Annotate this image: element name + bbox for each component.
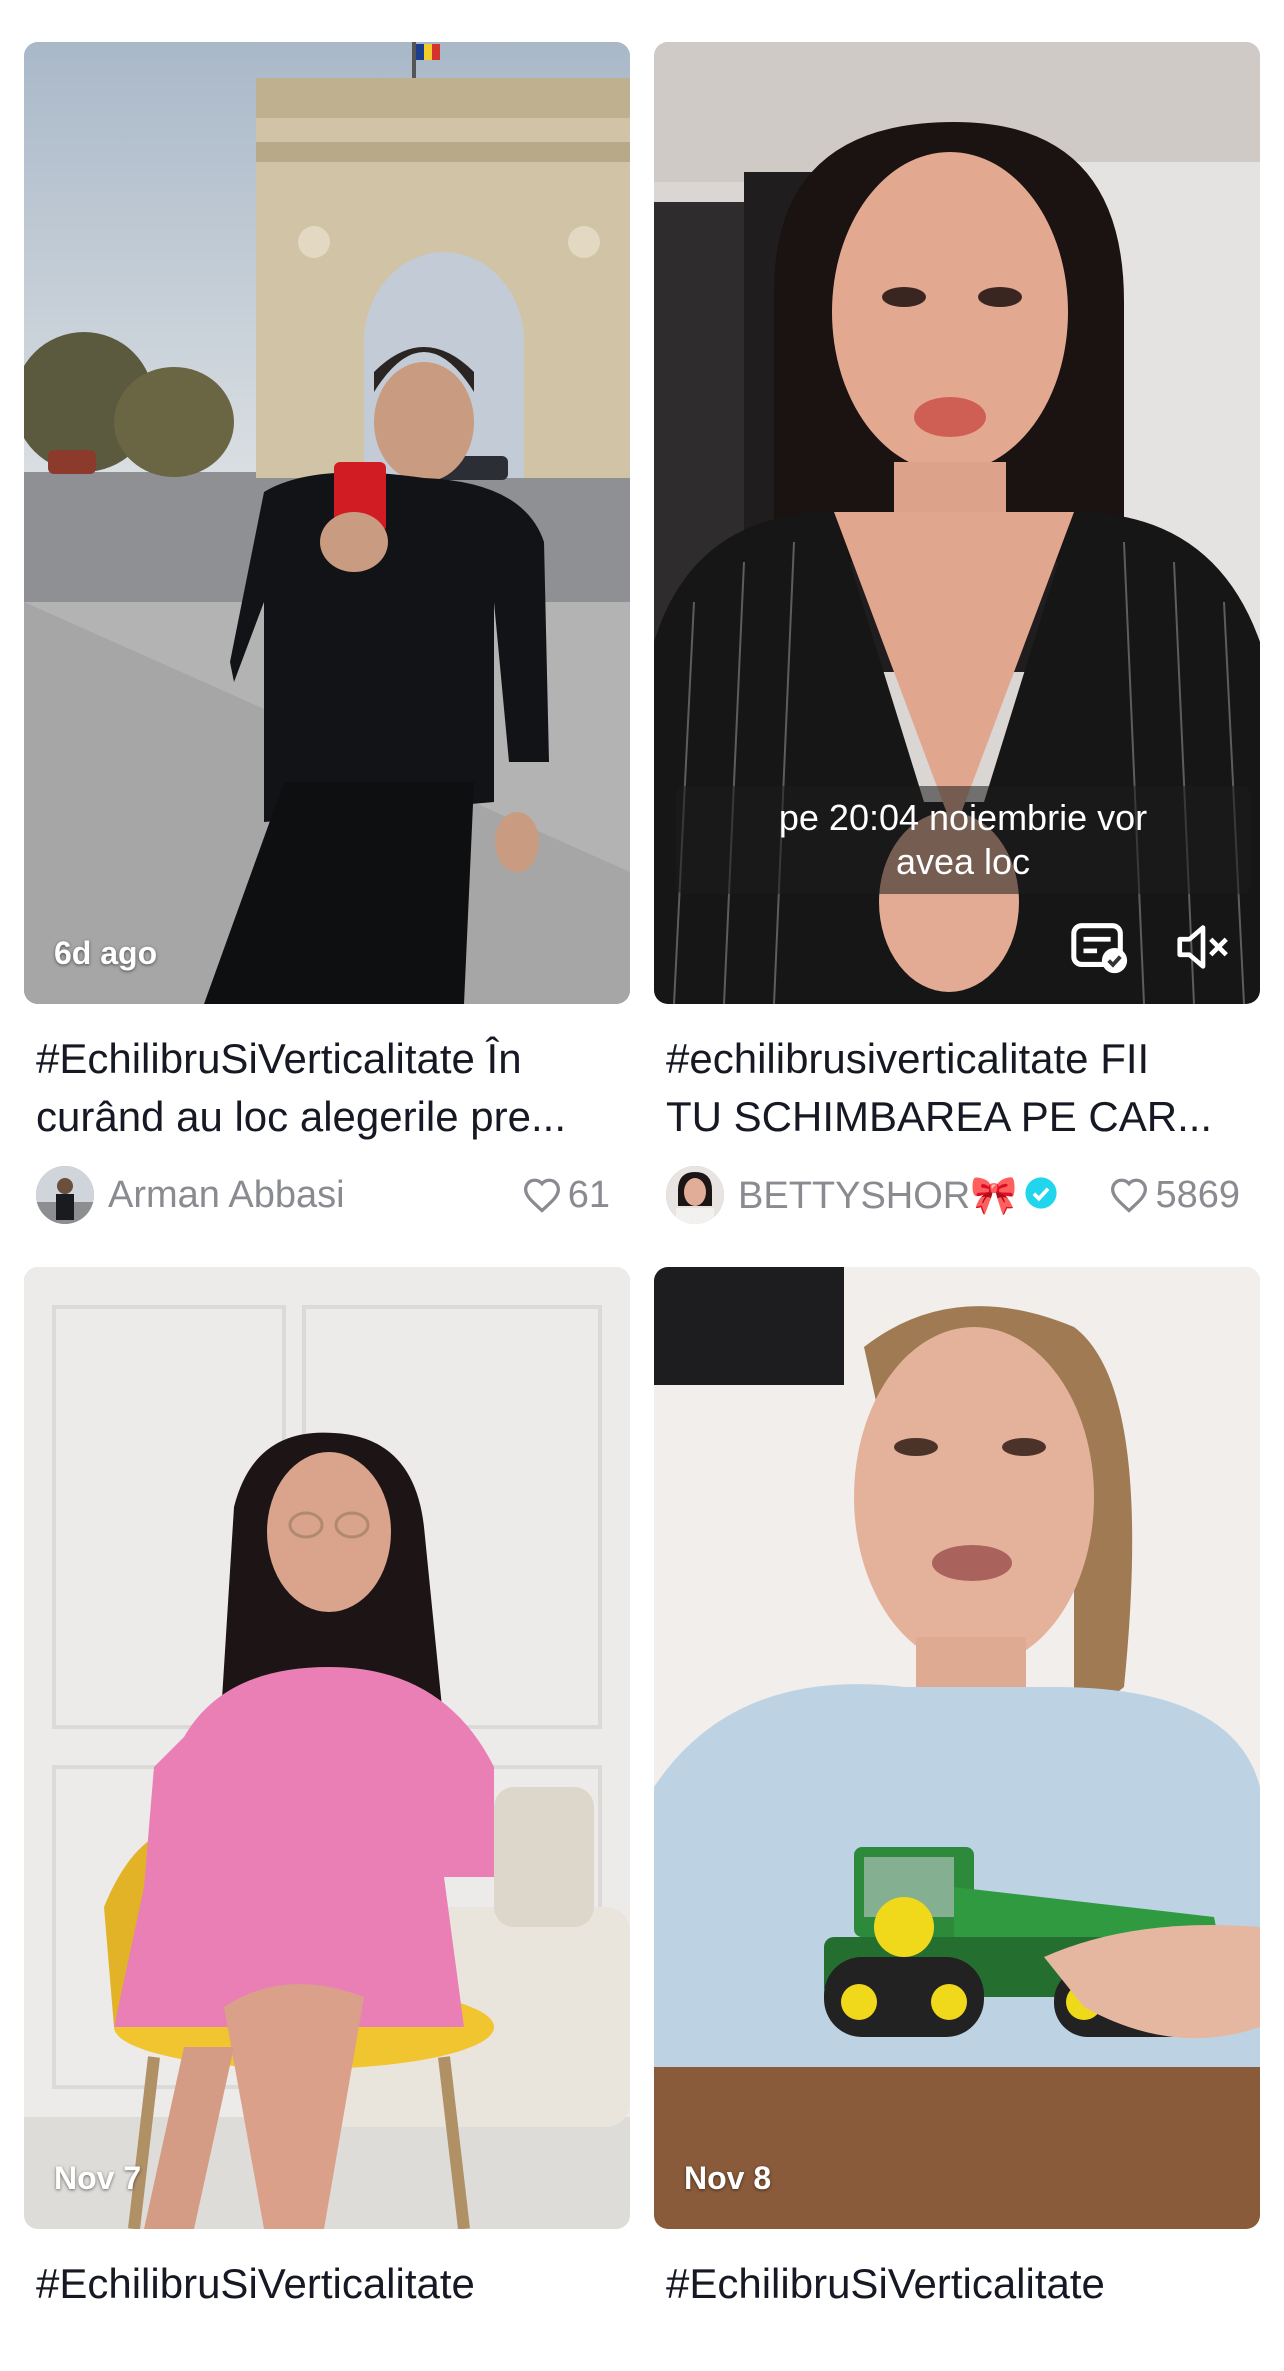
like-count-value: 61 [567, 1174, 610, 1216]
video-card[interactable]: pe 20:04 noiembrie vor avea loc #echilib… [654, 42, 1260, 1228]
like-count-value: 5869 [1155, 1174, 1240, 1216]
author-name[interactable]: BETTYSHOR🎀 [738, 1174, 1058, 1218]
video-date: Nov 7 [54, 2160, 142, 2196]
captions-icon[interactable] [1068, 916, 1130, 978]
video-title-line: #echilibrusiverticalitate FII [666, 1035, 1150, 1082]
like-count: 5869 [1109, 1174, 1240, 1217]
video-thumbnail[interactable]: 6d ago [24, 42, 630, 1004]
caption-line: avea loc [895, 841, 1031, 882]
video-title-line: TU SCHIMBAREA PE CAR... [666, 1093, 1213, 1140]
video-card[interactable]: Nov 8 #EchilibruSiVerticalitate [654, 1267, 1260, 2371]
author-name[interactable]: Arman Abbasi [108, 1174, 345, 1217]
video-meta: Arman Abbasi 61 [36, 1164, 618, 1228]
video-card[interactable]: Nov 7 #EchilibruSiVerticalitate [24, 1267, 630, 2371]
video-date: 6d ago [54, 935, 158, 971]
video-thumbnail[interactable]: Nov 7 [24, 1267, 630, 2229]
video-title[interactable]: #EchilibruSiVerticalitate [36, 2255, 618, 2371]
video-title[interactable]: #echilibrusiverticalitate FII TU SCHIMBA… [666, 1030, 1248, 1146]
video-date: Nov 8 [684, 2160, 772, 2196]
thumbnail-image [24, 42, 630, 1004]
video-thumbnail[interactable]: pe 20:04 noiembrie vor avea loc [654, 42, 1260, 1004]
thumbnail-image [24, 1267, 630, 2229]
caption-line: pe 20:04 noiembrie vor [778, 797, 1148, 838]
mute-icon[interactable] [1172, 916, 1234, 978]
video-title[interactable]: #EchilibruSiVerticalitate În curând au l… [36, 1030, 618, 1146]
video-thumbnail[interactable]: Nov 8 [654, 1267, 1260, 2229]
video-grid: 6d ago #EchilibruSiVerticalitate În curâ… [0, 0, 1284, 2321]
author-name-text: BETTYSHOR🎀 [738, 1175, 1018, 1217]
video-meta: BETTYSHOR🎀 5869 [666, 1164, 1248, 1228]
video-title-line: #EchilibruSiVerticalitate În [36, 1035, 522, 1082]
heart-icon [1111, 1178, 1148, 1213]
like-count: 61 [522, 1174, 610, 1217]
video-title[interactable]: #EchilibruSiVerticalitate [666, 2255, 1248, 2371]
verified-icon [1024, 1177, 1057, 1209]
video-card[interactable]: 6d ago #EchilibruSiVerticalitate În curâ… [24, 42, 630, 1228]
video-title-line: curând au loc alegerile pre... [36, 1093, 566, 1140]
thumbnail-image [654, 1267, 1260, 2229]
video-title-line: #EchilibruSiVerticalitate [666, 2260, 1105, 2307]
video-caption-overlay: pe 20:04 noiembrie vor avea loc [676, 786, 1250, 894]
video-title-line: #EchilibruSiVerticalitate [36, 2260, 475, 2307]
heart-icon [523, 1178, 560, 1213]
avatar[interactable] [36, 1166, 94, 1224]
avatar[interactable] [666, 1166, 724, 1224]
